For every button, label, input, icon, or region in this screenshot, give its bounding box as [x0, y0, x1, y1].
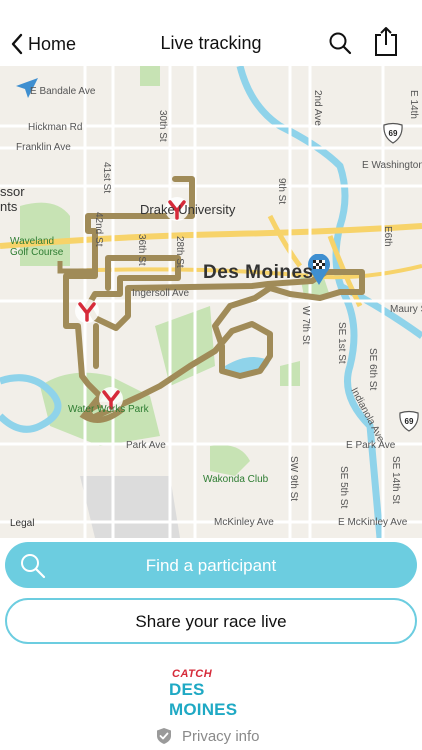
place-label: Waveland Golf Course: [10, 236, 64, 258]
shield-check-icon: [157, 728, 171, 744]
street-label: Maury S: [390, 304, 422, 315]
street-label: SE 14th St: [390, 456, 401, 504]
place-label: Wakonda Club: [203, 474, 269, 485]
find-participant-label: Find a participant: [145, 556, 277, 575]
share-race-label: Share your race live: [135, 612, 287, 631]
logo-line2: DES MOINES: [169, 680, 238, 719]
street-label: SE 1st St: [336, 322, 347, 364]
street-label: SE 5th St: [338, 466, 349, 509]
interstate-shield-icon: 69: [383, 122, 403, 144]
legal-link[interactable]: Legal: [10, 518, 34, 529]
street-label: Franklin Ave: [16, 142, 71, 153]
street-label: E Park Ave: [346, 440, 396, 451]
street-label: McKinley Ave: [214, 517, 274, 528]
share-icon[interactable]: [372, 25, 400, 57]
street-label: SE 6th St: [367, 348, 378, 391]
street-label: 30th St: [157, 110, 168, 142]
street-label: 42nd St: [93, 212, 104, 247]
street-label: 28th St: [174, 236, 185, 268]
street-label: SW 9th St: [288, 456, 299, 502]
street-label: 41st St: [101, 162, 112, 194]
shield-number: 69: [405, 417, 414, 426]
privacy-info-link[interactable]: Privacy info: [156, 726, 260, 746]
street-label: E Bandale Ave: [30, 86, 96, 97]
place-label: nts: [0, 199, 18, 214]
nav-bar: Home Live tracking: [0, 0, 422, 66]
shield-number: 69: [389, 129, 398, 138]
street-label: Hickman Rd: [28, 122, 83, 133]
search-icon[interactable]: [327, 30, 355, 58]
street-label: 36th St: [136, 234, 147, 266]
privacy-info-label: Privacy info: [182, 727, 260, 745]
place-label: Drake University: [140, 202, 236, 217]
catch-des-moines-logo: CATCH DES MOINES: [166, 668, 256, 719]
street-label: 9th St: [276, 178, 287, 205]
logo-line1: CATCH: [172, 668, 213, 680]
participant-marker-icon[interactable]: [74, 298, 100, 324]
street-label: E Washington: [362, 160, 422, 171]
street-label: E6th: [382, 226, 393, 247]
street-label: E McKinley Ave: [338, 517, 408, 528]
street-label: 2nd Ave: [312, 90, 323, 126]
map-base: [0, 66, 422, 538]
share-race-button[interactable]: Share your race live: [5, 598, 417, 644]
street-label: W 7th St: [300, 306, 311, 345]
street-label: Ingersoll Ave: [132, 288, 190, 299]
map-view[interactable]: 69 69 E Bandale Ave Hickman Rd Franklin …: [0, 66, 422, 538]
city-label: Des Moines: [203, 262, 314, 283]
street-label: E 14th: [408, 90, 419, 119]
street-label: Park Ave: [126, 440, 166, 451]
place-label: ssor: [0, 184, 25, 199]
interstate-shield-icon: 69: [399, 410, 419, 432]
place-label: Water Works Park: [68, 404, 149, 415]
find-participant-button[interactable]: Find a participant: [5, 542, 417, 588]
page-title: Live tracking: [160, 33, 262, 53]
